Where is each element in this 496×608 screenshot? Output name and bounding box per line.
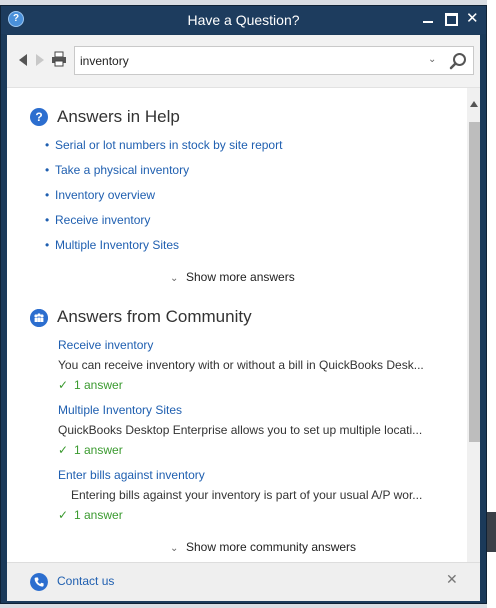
help-link-label: Receive inventory bbox=[55, 213, 151, 227]
chevron-down-icon: ⌄ bbox=[170, 543, 179, 554]
print-icon[interactable] bbox=[51, 51, 67, 67]
help-window: ? Have a Question? ✕ ⌄ bbox=[0, 5, 487, 604]
show-more-answers-button[interactable]: ⌄ Show more answers bbox=[170, 270, 295, 284]
contact-us-link[interactable]: Contact us bbox=[57, 574, 114, 588]
show-more-label: Show more answers bbox=[186, 270, 295, 284]
check-icon: ✓ bbox=[58, 378, 69, 392]
community-item-title[interactable]: Enter bills against inventory bbox=[58, 468, 205, 482]
bullet: • bbox=[45, 163, 50, 177]
bullet: • bbox=[45, 188, 50, 202]
help-link-label: Serial or lot numbers in stock by site r… bbox=[55, 138, 283, 152]
window-title: Have a Question? bbox=[187, 12, 300, 28]
help-section-title: Answers in Help bbox=[57, 107, 180, 126]
search-input[interactable] bbox=[80, 52, 420, 70]
question-icon: ? bbox=[30, 108, 48, 126]
scroll-up-arrow-icon[interactable] bbox=[470, 101, 478, 107]
community-item-answers[interactable]: ✓ 1 answer bbox=[58, 508, 123, 522]
community-item-answers[interactable]: ✓ 1 answer bbox=[58, 443, 123, 457]
scroll-thumb[interactable] bbox=[469, 122, 480, 442]
help-link[interactable]: • Take a physical inventory bbox=[45, 163, 189, 177]
help-link[interactable]: • Serial or lot numbers in stock by site … bbox=[45, 138, 282, 152]
community-item-answers[interactable]: ✓ 1 answer bbox=[58, 378, 123, 392]
search-icon[interactable] bbox=[449, 52, 467, 70]
forward-arrow-icon[interactable] bbox=[36, 54, 44, 66]
bullet: • bbox=[45, 238, 50, 252]
bullet: • bbox=[45, 138, 50, 152]
help-link-label: Multiple Inventory Sites bbox=[55, 238, 180, 252]
answer-count: 1 answer bbox=[74, 443, 123, 457]
footer-bar: Contact us ✕ bbox=[7, 562, 480, 601]
search-toolbar: ⌄ bbox=[7, 35, 480, 88]
title-bar[interactable]: ? Have a Question? ✕ bbox=[1, 6, 486, 34]
help-link-label: Take a physical inventory bbox=[55, 163, 190, 177]
help-link[interactable]: • Receive inventory bbox=[45, 213, 150, 227]
community-icon bbox=[30, 309, 48, 327]
answer-count: 1 answer bbox=[74, 508, 123, 522]
minimize-icon bbox=[423, 21, 433, 23]
close-button[interactable]: ✕ bbox=[464, 9, 482, 28]
minimize-button[interactable] bbox=[419, 10, 437, 28]
chevron-down-icon[interactable]: ⌄ bbox=[428, 54, 436, 65]
help-link-label: Inventory overview bbox=[55, 188, 156, 202]
chevron-down-icon: ⌄ bbox=[170, 273, 179, 284]
check-icon: ✓ bbox=[58, 508, 69, 522]
phone-icon bbox=[30, 573, 48, 591]
community-section-title: Answers from Community bbox=[57, 307, 252, 326]
show-more-community-label: Show more community answers bbox=[186, 540, 357, 554]
answers-panel: ? Answers in Help • Serial or lot numbers… bbox=[7, 88, 467, 562]
community-item-title[interactable]: Receive inventory bbox=[58, 338, 153, 352]
community-item-snippet: You can receive inventory with or withou… bbox=[58, 358, 424, 372]
answer-count: 1 answer bbox=[74, 378, 123, 392]
close-icon[interactable]: ✕ bbox=[446, 571, 458, 588]
search-box: ⌄ bbox=[74, 46, 474, 75]
help-link[interactable]: • Inventory overview bbox=[45, 188, 155, 202]
show-more-community-button[interactable]: ⌄ Show more community answers bbox=[170, 540, 356, 554]
vertical-scrollbar[interactable] bbox=[467, 88, 480, 562]
bullet: • bbox=[45, 213, 50, 227]
back-arrow-icon[interactable] bbox=[19, 54, 27, 66]
community-item-snippet: QuickBooks Desktop Enterprise allows you… bbox=[58, 423, 423, 437]
maximize-icon bbox=[445, 13, 458, 26]
community-item-snippet: Entering bills against your inventory is… bbox=[71, 488, 423, 502]
community-item-title[interactable]: Multiple Inventory Sites bbox=[58, 403, 182, 417]
help-client-area: ⌄ ? Answers in Help • Serial or lot numbe… bbox=[7, 35, 480, 601]
maximize-button[interactable] bbox=[442, 10, 460, 28]
check-icon: ✓ bbox=[58, 443, 69, 457]
close-icon: ✕ bbox=[466, 9, 479, 27]
help-link[interactable]: • Multiple Inventory Sites bbox=[45, 238, 179, 252]
